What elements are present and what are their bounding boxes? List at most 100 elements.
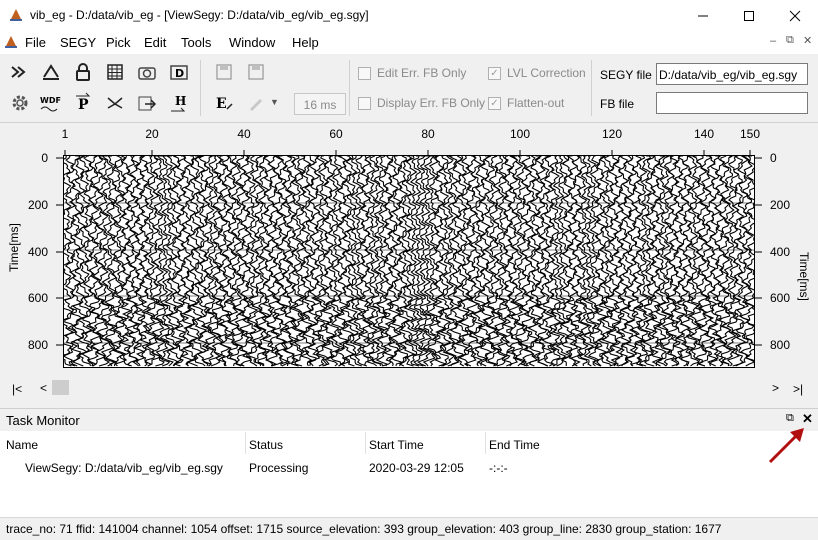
wdf-icon: WDF bbox=[40, 96, 61, 112]
x-tick-label: 40 bbox=[237, 127, 251, 141]
check-icon: ✓ bbox=[488, 66, 501, 80]
app-logo-icon bbox=[10, 9, 22, 21]
seismic-trace bbox=[472, 156, 489, 367]
seismic-traces bbox=[64, 156, 754, 367]
e-edit-button[interactable]: E bbox=[211, 91, 237, 115]
h-button[interactable]: H bbox=[166, 91, 192, 115]
p-button[interactable]: P bbox=[70, 91, 96, 115]
save-button[interactable] bbox=[211, 60, 237, 84]
seismic-trace bbox=[279, 156, 296, 367]
task-monitor-title: Task Monitor bbox=[6, 413, 80, 428]
menu-help[interactable]: Help bbox=[292, 35, 319, 50]
edit-err-fb-only-label: Edit Err. FB Only bbox=[377, 66, 467, 80]
task-end-cell: -:-:- bbox=[489, 461, 508, 475]
title-bar: vib_eg - D:/data/vib_eg - [ViewSegy: D:/… bbox=[0, 0, 818, 31]
scroll-next-button[interactable]: > bbox=[772, 381, 779, 395]
mdi-restore-icon[interactable]: ⧉ bbox=[786, 34, 794, 47]
settings-button[interactable] bbox=[7, 91, 33, 115]
d-icon: D bbox=[170, 65, 188, 80]
p-icon: P bbox=[76, 92, 91, 113]
toolbar-separator bbox=[349, 60, 350, 116]
window-title: vib_eg - D:/data/vib_eg - [ViewSegy: D:/… bbox=[30, 8, 369, 22]
pen-dropdown-icon[interactable]: ▼ bbox=[270, 97, 279, 107]
horizontal-scrollbar[interactable]: |< < > >| bbox=[0, 376, 818, 400]
x-tick-label: 100 bbox=[509, 127, 531, 141]
lvl-correction-checkbox[interactable]: ✓ LVL Correction bbox=[488, 66, 586, 80]
seismic-trace bbox=[159, 156, 176, 367]
svg-text:P: P bbox=[78, 97, 89, 113]
table-button[interactable] bbox=[102, 60, 128, 84]
seismic-trace bbox=[366, 156, 384, 367]
edit-err-fb-only-checkbox[interactable]: Edit Err. FB Only bbox=[358, 66, 466, 80]
x-tick-label: 120 bbox=[601, 127, 623, 141]
display-err-fb-only-checkbox[interactable]: Display Err. FB Only bbox=[358, 96, 485, 110]
task-name-cell[interactable]: ViewSegy: D:/data/vib_eg/vib_eg.sgy bbox=[25, 461, 223, 475]
camera-button[interactable] bbox=[134, 60, 160, 84]
wdf-button[interactable]: WDF bbox=[38, 91, 64, 115]
menu-window[interactable]: Window bbox=[229, 35, 275, 50]
save-all-icon bbox=[248, 64, 264, 80]
menu-tools[interactable]: Tools bbox=[181, 35, 211, 50]
display-err-fb-only-label: Display Err. FB Only bbox=[377, 96, 486, 110]
fb-file-input[interactable] bbox=[656, 92, 808, 114]
menu-segy[interactable]: SEGY bbox=[60, 35, 96, 50]
pick-button[interactable] bbox=[102, 91, 128, 115]
task-status-cell: Processing bbox=[249, 461, 309, 475]
annotation-arrow-icon bbox=[768, 428, 804, 464]
close-button[interactable] bbox=[772, 0, 818, 31]
x-tick-label: 140 bbox=[693, 127, 715, 141]
pen-icon bbox=[250, 99, 262, 111]
task-start-cell: 2020-03-29 12:05 bbox=[369, 461, 464, 475]
scroll-prev-button[interactable]: < bbox=[40, 381, 47, 395]
seismic-trace bbox=[743, 156, 754, 365]
seismic-trace bbox=[371, 156, 388, 367]
column-separator bbox=[365, 432, 366, 454]
mdi-minimize-icon[interactable]: – bbox=[770, 35, 776, 47]
x-tick-label: 60 bbox=[329, 127, 343, 141]
menu-pick[interactable]: Pick bbox=[106, 35, 131, 50]
x-tick-label: 20 bbox=[145, 127, 159, 141]
export-icon bbox=[138, 96, 157, 111]
minimize-button[interactable] bbox=[680, 0, 726, 31]
seismic-trace bbox=[647, 156, 664, 366]
maximize-icon bbox=[744, 10, 754, 21]
column-header-name[interactable]: Name bbox=[6, 438, 38, 452]
column-header-status[interactable]: Status bbox=[249, 438, 283, 452]
close-icon bbox=[789, 10, 801, 21]
status-text: trace_no: 71 ffid: 141004 channel: 1054 … bbox=[6, 522, 722, 536]
column-header-end-time[interactable]: End Time bbox=[489, 438, 540, 452]
d-button[interactable]: D bbox=[166, 60, 192, 84]
seismic-trace bbox=[270, 156, 286, 367]
fast-forward-button[interactable] bbox=[7, 60, 33, 84]
segy-file-input[interactable]: D:/data/vib_eg/vib_eg.sgy bbox=[656, 63, 808, 85]
export-button[interactable] bbox=[134, 91, 160, 115]
task-monitor-header: Task Monitor ⧉ ✕ bbox=[0, 408, 818, 432]
menu-file[interactable]: File bbox=[25, 35, 46, 50]
x-tick-label: 80 bbox=[421, 127, 435, 141]
scrollbar-thumb[interactable] bbox=[52, 380, 69, 395]
seismic-trace bbox=[665, 156, 682, 367]
seismic-trace bbox=[375, 156, 393, 367]
scroll-first-button[interactable]: |< bbox=[12, 382, 22, 396]
save-icon bbox=[216, 64, 232, 80]
seismic-trace bbox=[449, 156, 466, 367]
seismic-trace bbox=[711, 156, 728, 367]
save-all-button[interactable] bbox=[243, 60, 269, 84]
flatten-out-checkbox[interactable]: ✓ Flatten-out bbox=[488, 96, 564, 110]
svg-text:H: H bbox=[175, 94, 186, 108]
scroll-last-button[interactable]: >| bbox=[793, 382, 803, 396]
column-header-start-time[interactable]: Start Time bbox=[369, 438, 424, 452]
ms-input[interactable]: 16 ms bbox=[294, 93, 346, 115]
maximize-button[interactable] bbox=[726, 0, 772, 31]
check-icon: ✓ bbox=[488, 96, 501, 110]
shift-button[interactable] bbox=[38, 60, 64, 84]
lock-button[interactable] bbox=[70, 60, 96, 84]
seismic-trace bbox=[619, 156, 636, 367]
trace-group bbox=[64, 156, 754, 367]
seismic-section[interactable] bbox=[63, 155, 755, 368]
mdi-close-icon[interactable]: ✕ bbox=[803, 34, 812, 47]
pen-button[interactable] bbox=[243, 91, 269, 115]
column-separator bbox=[485, 432, 486, 454]
camera-icon bbox=[138, 67, 156, 80]
menu-edit[interactable]: Edit bbox=[144, 35, 166, 50]
